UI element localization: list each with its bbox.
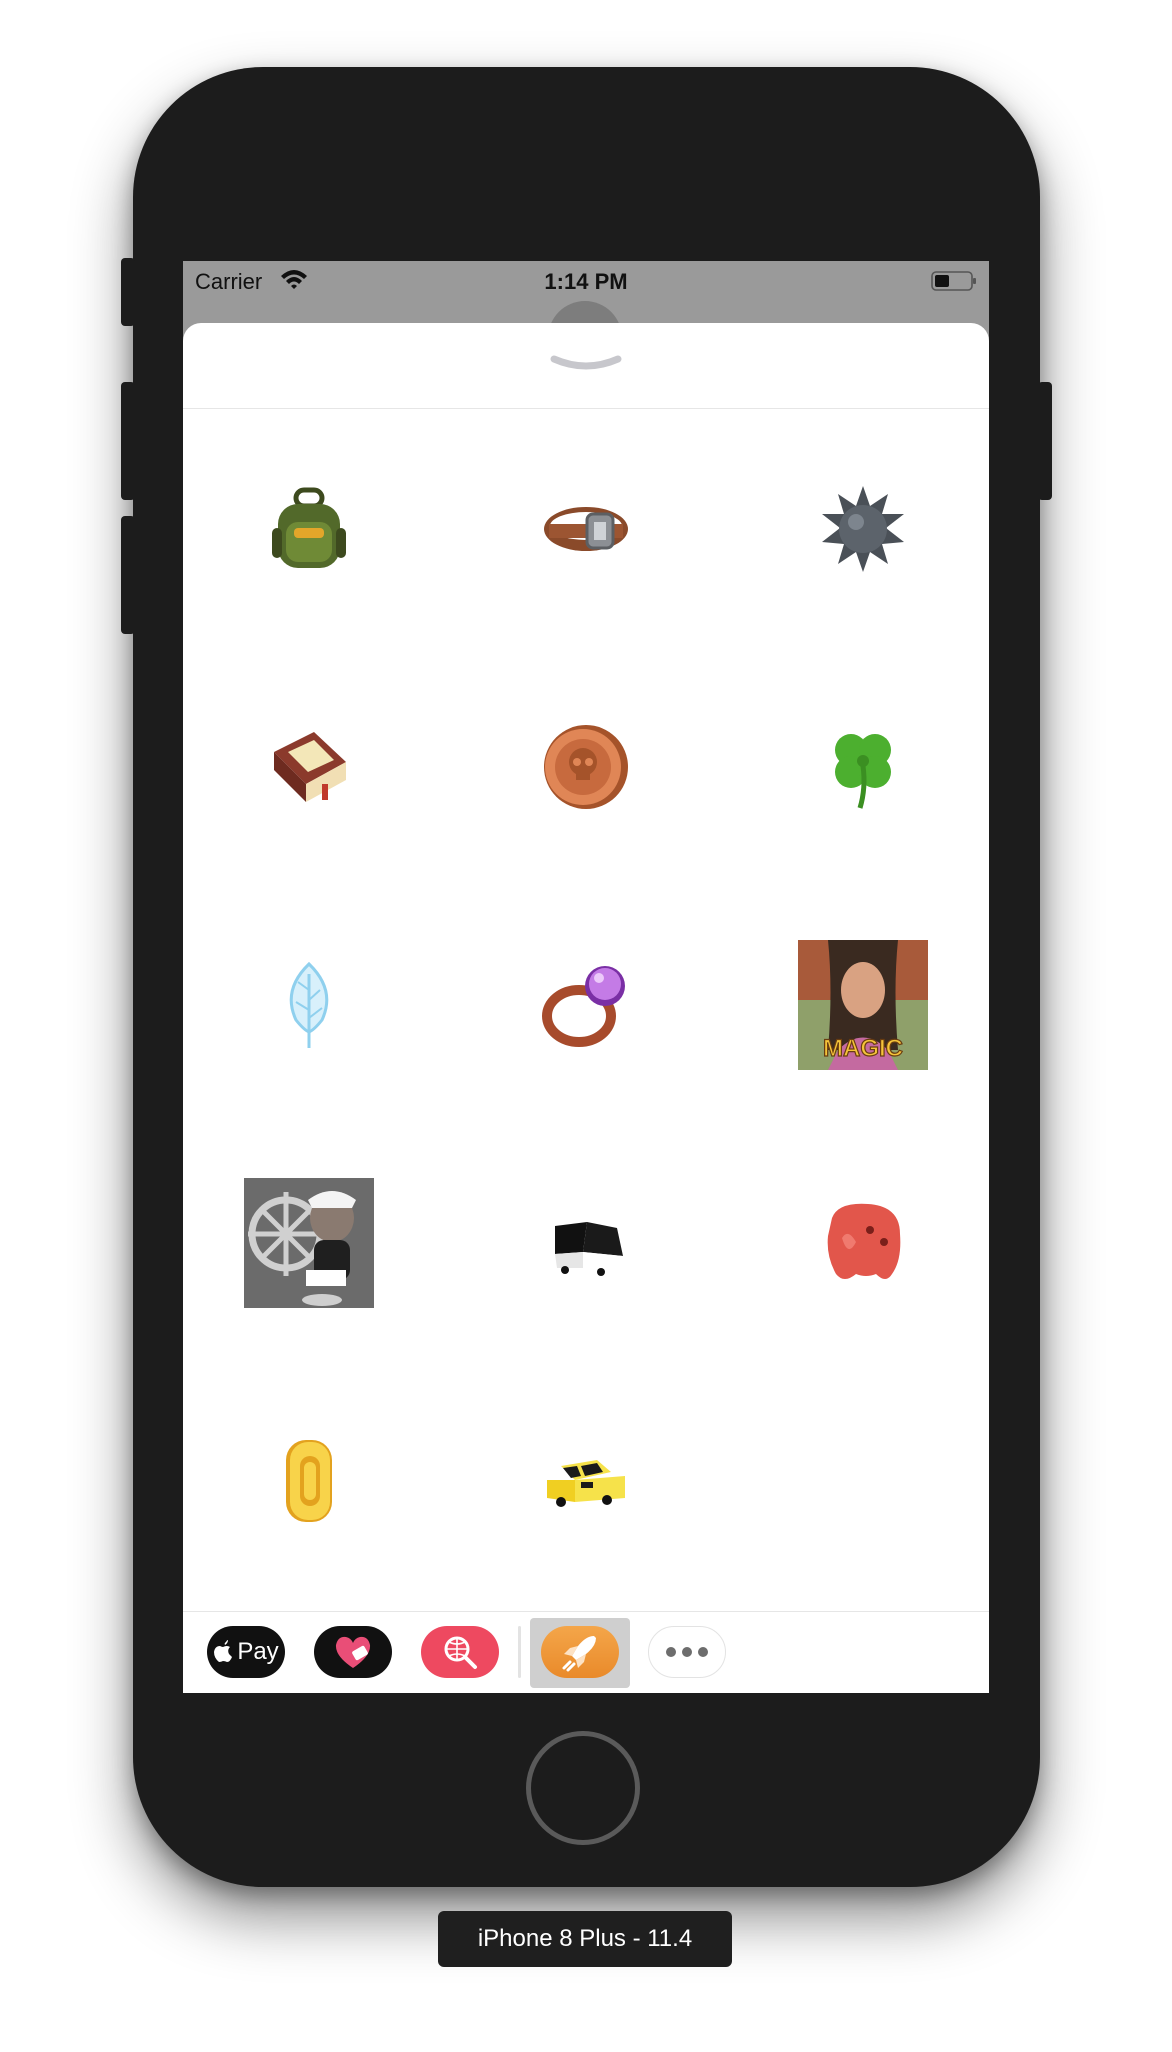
spiked-ball-sticker[interactable] bbox=[798, 464, 928, 594]
search-globe-icon bbox=[444, 1636, 477, 1669]
more-apps[interactable] bbox=[648, 1626, 726, 1678]
black-cube-car-sticker[interactable] bbox=[521, 1178, 651, 1308]
apple-pay-label: Pay bbox=[237, 1638, 279, 1665]
rocket-icon bbox=[562, 1636, 596, 1672]
heart-icon bbox=[335, 1636, 371, 1668]
volume-down-button bbox=[121, 516, 135, 634]
yellow-taxi-sticker[interactable] bbox=[521, 1416, 651, 1546]
home-button[interactable] bbox=[526, 1731, 640, 1845]
apple-logo-icon bbox=[214, 1640, 233, 1662]
sticker-sheet: MAGIC Pay bbox=[183, 323, 989, 1693]
belt-sticker[interactable] bbox=[521, 464, 651, 594]
volume-up-button bbox=[121, 382, 135, 500]
phone-screen: Carrier 1:14 PM MAGIC Pay bbox=[183, 261, 989, 1693]
magic-caption: MAGIC bbox=[823, 1035, 903, 1062]
mute-switch bbox=[121, 258, 135, 326]
magic-gif-sticker[interactable]: MAGIC bbox=[798, 940, 928, 1070]
rocket-app[interactable] bbox=[541, 1626, 619, 1678]
device-label: iPhone 8 Plus - 11.4 bbox=[438, 1911, 732, 1967]
status-time: 1:14 PM bbox=[544, 269, 628, 294]
book-sticker[interactable] bbox=[244, 702, 374, 832]
backpack-sticker[interactable] bbox=[244, 464, 374, 594]
sticker-grid: MAGIC bbox=[183, 409, 989, 1611]
imessage-app-drawer: Pay bbox=[183, 1611, 989, 1693]
battery-icon bbox=[931, 271, 977, 291]
gold-coin-sticker[interactable] bbox=[244, 1416, 374, 1546]
ship-wheel-gif-sticker[interactable] bbox=[244, 1178, 374, 1308]
power-button bbox=[1038, 382, 1052, 500]
more-dot-icon bbox=[682, 1647, 692, 1657]
chevron-down-icon[interactable] bbox=[546, 351, 626, 381]
more-dot-icon bbox=[666, 1647, 676, 1657]
feather-sticker[interactable] bbox=[244, 940, 374, 1070]
skull-coin-sticker[interactable] bbox=[521, 702, 651, 832]
drawer-separator bbox=[518, 1626, 521, 1678]
four-leaf-clover-sticker[interactable] bbox=[798, 702, 928, 832]
search-app[interactable] bbox=[421, 1626, 499, 1678]
apple-pay-app[interactable]: Pay bbox=[207, 1626, 285, 1678]
more-dot-icon bbox=[698, 1647, 708, 1657]
red-blob-sticker[interactable] bbox=[798, 1178, 928, 1308]
heart-app[interactable] bbox=[314, 1626, 392, 1678]
ring-sticker[interactable] bbox=[521, 940, 651, 1070]
status-bar: Carrier 1:14 PM bbox=[183, 261, 989, 301]
